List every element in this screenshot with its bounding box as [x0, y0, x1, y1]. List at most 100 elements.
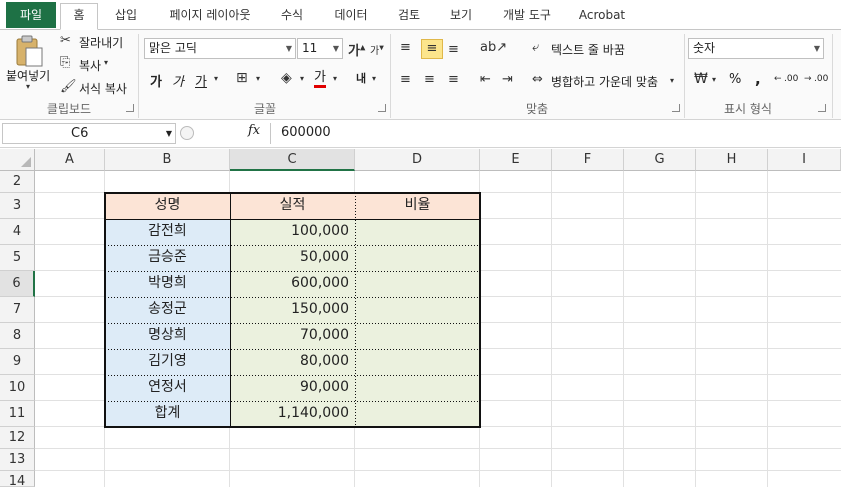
- column-header-d[interactable]: D: [355, 149, 480, 171]
- column-header-c[interactable]: C: [230, 149, 355, 171]
- row-header-4[interactable]: 4: [0, 219, 35, 245]
- table-cell-amount[interactable]: 100,000: [230, 219, 355, 245]
- font-launcher-icon[interactable]: [378, 104, 386, 112]
- table-cell-name[interactable]: 김기영: [105, 349, 230, 375]
- font-size-combo[interactable]: 11 ▼: [297, 38, 343, 59]
- tab-view[interactable]: 보기: [442, 4, 480, 30]
- merge-dropdown-icon[interactable]: ▾: [670, 76, 674, 85]
- row-header-6[interactable]: 6: [0, 271, 35, 297]
- table-cell-name[interactable]: 박명희: [105, 271, 230, 297]
- tab-data[interactable]: 데이터: [326, 4, 376, 30]
- table-cell-name[interactable]: 감전희: [105, 219, 230, 245]
- row-header-8[interactable]: 8: [0, 323, 35, 349]
- table-cell-rate[interactable]: [355, 245, 480, 271]
- row-header-10[interactable]: 10: [0, 375, 35, 401]
- row-header-11[interactable]: 11: [0, 401, 35, 427]
- column-header-h[interactable]: H: [696, 149, 768, 171]
- align-middle-icon[interactable]: ≡: [421, 39, 443, 59]
- table-header-name[interactable]: 성명: [105, 193, 230, 219]
- name-box[interactable]: C6 ▼: [2, 123, 176, 144]
- table-cell-rate[interactable]: [355, 323, 480, 349]
- table-header-rate[interactable]: 비율: [355, 193, 480, 219]
- decrease-decimal-button[interactable]: .00: [814, 74, 828, 84]
- paste-icon[interactable]: [12, 34, 46, 68]
- increase-indent-icon[interactable]: ⇥: [502, 72, 513, 87]
- paste-dropdown-icon[interactable]: ▾: [26, 82, 30, 91]
- align-top-icon[interactable]: ≡: [400, 40, 411, 55]
- font-name-combo[interactable]: 맑은 고딕 ▼: [144, 38, 296, 59]
- fill-color-icon[interactable]: ◈: [281, 70, 292, 86]
- tab-review[interactable]: 검토: [390, 4, 428, 30]
- tab-file[interactable]: 파일: [6, 2, 56, 28]
- percent-button[interactable]: %: [729, 72, 741, 87]
- font-color-button[interactable]: 가: [314, 70, 326, 88]
- decrease-indent-icon[interactable]: ⇤: [480, 72, 491, 87]
- currency-dropdown-icon[interactable]: ▾: [712, 75, 716, 84]
- number-format-combo[interactable]: 숫자 ▼: [688, 38, 824, 59]
- table-cell-amount[interactable]: 150,000: [230, 297, 355, 323]
- grow-font-icon[interactable]: 가▲: [348, 40, 365, 59]
- tab-acrobat[interactable]: Acrobat: [574, 4, 630, 30]
- align-right-icon[interactable]: ≡: [448, 72, 459, 87]
- column-header-b[interactable]: B: [105, 149, 230, 171]
- table-cell-rate[interactable]: [355, 297, 480, 323]
- table-cell-total-rate[interactable]: [355, 401, 480, 427]
- table-cell-amount-selected[interactable]: 600,000: [230, 271, 355, 297]
- column-header-f[interactable]: F: [552, 149, 624, 171]
- table-cell-rate[interactable]: [355, 271, 480, 297]
- worksheet-grid[interactable]: A B C D E F G H I 2 3 4 5 6 7 8 9 10 11 …: [0, 149, 841, 489]
- tab-developer[interactable]: 개발 도구: [494, 4, 560, 30]
- format-painter-button[interactable]: 서식 복사: [79, 80, 127, 97]
- font-color-dropdown-icon[interactable]: ▾: [333, 74, 337, 83]
- table-cell-name[interactable]: 명상희: [105, 323, 230, 349]
- table-cell-amount[interactable]: 80,000: [230, 349, 355, 375]
- phonetic-dropdown-icon[interactable]: ▾: [372, 74, 376, 83]
- table-cell-rate[interactable]: [355, 219, 480, 245]
- align-left-icon[interactable]: ≡: [400, 72, 411, 87]
- row-header-14[interactable]: 14: [0, 471, 35, 489]
- orientation-icon[interactable]: ab↗: [480, 40, 507, 55]
- wrap-text-button[interactable]: 텍스트 줄 바꿈: [551, 41, 625, 58]
- currency-icon[interactable]: ₩: [694, 71, 708, 87]
- table-cell-total-label[interactable]: 합계: [105, 401, 230, 427]
- borders-dropdown-icon[interactable]: ▾: [256, 74, 260, 83]
- table-cell-name[interactable]: 연정서: [105, 375, 230, 401]
- italic-button[interactable]: 가: [172, 71, 184, 90]
- table-cell-rate[interactable]: [355, 375, 480, 401]
- row-header-12[interactable]: 12: [0, 427, 35, 449]
- table-cell-amount[interactable]: 50,000: [230, 245, 355, 271]
- phonetic-button[interactable]: 내: [356, 70, 366, 86]
- copy-button[interactable]: 복사: [79, 57, 101, 74]
- tab-formulas[interactable]: 수식: [272, 4, 312, 30]
- table-cell-rate[interactable]: [355, 349, 480, 375]
- bold-button[interactable]: 가: [150, 71, 162, 90]
- underline-button[interactable]: 가: [195, 71, 207, 90]
- fill-dropdown-icon[interactable]: ▾: [300, 74, 304, 83]
- select-all-button[interactable]: [0, 149, 35, 171]
- table-cell-amount[interactable]: 70,000: [230, 323, 355, 349]
- column-header-i[interactable]: I: [768, 149, 841, 171]
- tab-insert[interactable]: 삽입: [108, 4, 144, 30]
- number-launcher-icon[interactable]: [818, 104, 826, 112]
- formula-bar-resize-icon[interactable]: [180, 126, 194, 140]
- column-header-a[interactable]: A: [35, 149, 105, 171]
- table-cell-name[interactable]: 금승준: [105, 245, 230, 271]
- cut-button[interactable]: 잘라내기: [79, 34, 123, 51]
- column-header-g[interactable]: G: [624, 149, 696, 171]
- table-cell-amount[interactable]: 90,000: [230, 375, 355, 401]
- table-cell-name[interactable]: 송정군: [105, 297, 230, 323]
- comma-button[interactable]: ,: [755, 70, 761, 88]
- shrink-font-icon[interactable]: 가▼: [370, 42, 384, 57]
- borders-icon[interactable]: ⊞: [236, 70, 248, 86]
- row-header-13[interactable]: 13: [0, 449, 35, 471]
- merge-center-button[interactable]: 병합하고 가운데 맞춤: [551, 73, 658, 90]
- row-header-5[interactable]: 5: [0, 245, 35, 271]
- clipboard-launcher-icon[interactable]: [126, 104, 134, 112]
- row-header-2[interactable]: 2: [0, 171, 35, 193]
- increase-decimal-button[interactable]: .00: [784, 74, 798, 84]
- table-cell-total-amount[interactable]: 1,140,000: [230, 401, 355, 427]
- row-header-3[interactable]: 3: [0, 193, 35, 219]
- formula-input[interactable]: 600000: [270, 123, 840, 144]
- align-bottom-icon[interactable]: ≡: [448, 42, 459, 57]
- row-header-7[interactable]: 7: [0, 297, 35, 323]
